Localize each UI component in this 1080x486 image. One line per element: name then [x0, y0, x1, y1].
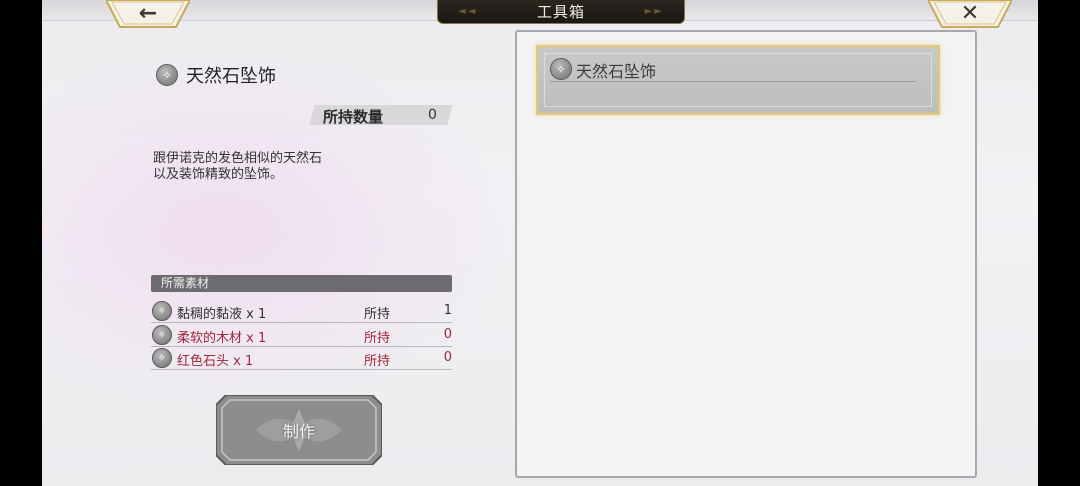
material-row: ✧ 柔软的木材 x 1 所持 0 — [151, 324, 452, 347]
craft-button[interactable]: 制作 — [216, 395, 382, 465]
pendant-icon: ✧ — [156, 64, 178, 86]
right-black-bar — [1038, 0, 1080, 486]
pendant-icon: ✧ — [550, 58, 572, 80]
item-description: 跟伊诺克的发色相似的天然石 以及装饰精致的坠饰。 — [153, 151, 323, 182]
owned-value: 0 — [428, 107, 437, 123]
title-ornament-right: ►► — [644, 6, 664, 17]
material-icon: ✧ — [152, 325, 172, 345]
item-detail-title: ✧ 天然石坠饰 — [156, 62, 276, 88]
list-item-name: 天然石坠饰 — [576, 62, 657, 81]
material-owned-label: 所持 — [364, 307, 391, 322]
close-button[interactable]: ✕ — [928, 0, 1012, 28]
material-owned-count: 0 — [443, 350, 452, 365]
material-row: ✧ 黏稠的黏液 x 1 所持 1 — [151, 300, 452, 323]
material-row: ✧ 红色石头 x 1 所持 0 — [151, 347, 452, 370]
material-owned-label: 所持 — [364, 331, 391, 346]
material-name: 红色石头 x 1 — [177, 354, 254, 369]
material-name: 黏稠的黏液 x 1 — [177, 307, 267, 322]
material-name: 柔软的木材 x 1 — [177, 331, 267, 346]
material-owned-label: 所持 — [364, 354, 391, 369]
list-item-underline — [550, 81, 916, 82]
owned-label: 所持数量 — [323, 108, 384, 126]
craft-button-label: 制作 — [282, 422, 315, 441]
toolbox-screen: ← ◄◄ 工具箱 ►► ✕ ✧ 天然石坠饰 所持数量 0 跟伊诺克的发色相似的天… — [42, 0, 1038, 486]
screen-title: 工具箱 — [536, 3, 585, 21]
close-icon: ✕ — [960, 1, 980, 26]
title-ornament-left: ◄◄ — [458, 6, 478, 17]
title-plate: ◄◄ 工具箱 ►► — [437, 0, 685, 24]
item-name: 天然石坠饰 — [186, 66, 276, 87]
arrow-left-icon: ← — [138, 1, 158, 26]
back-button[interactable]: ← — [106, 0, 190, 28]
materials-header: 所需素材 — [151, 275, 452, 292]
material-icon: ✧ — [152, 301, 172, 321]
material-owned-count: 1 — [443, 303, 452, 318]
material-icon: ✧ — [152, 348, 172, 368]
material-owned-count: 0 — [443, 327, 452, 342]
list-item-selected[interactable]: ✧ 天然石坠饰 — [536, 45, 940, 115]
left-black-bar — [0, 0, 42, 486]
